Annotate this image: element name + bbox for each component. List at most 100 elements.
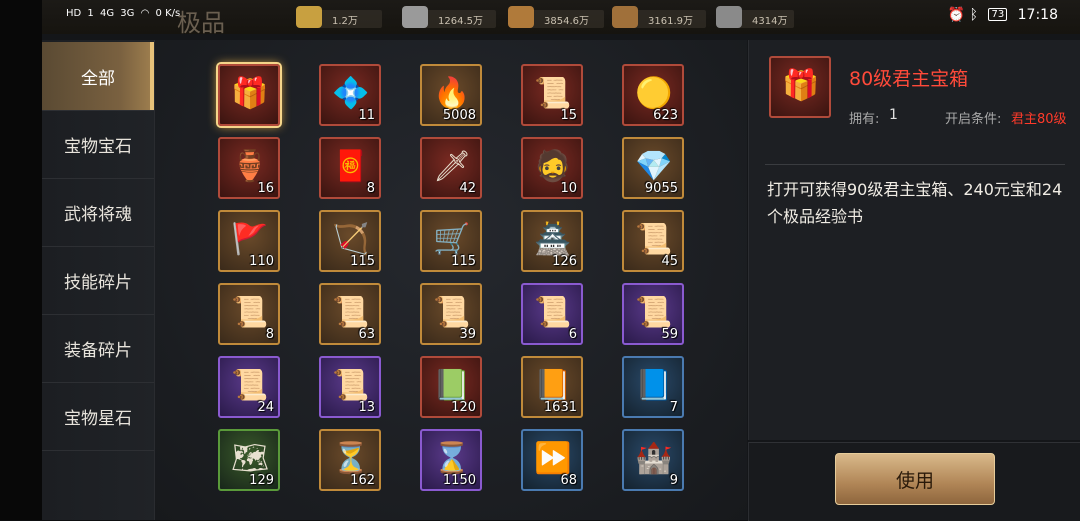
clock: 17:18 — [1017, 7, 1058, 23]
resource-wood[interactable]: 3161.9万 — [612, 6, 706, 28]
use-button[interactable]: 使用 — [835, 453, 995, 505]
status-bar: HD 1 4G 3G ◠ 0 K/s 极品 1.2万 1264.5万 3854.… — [42, 0, 1080, 37]
resource-silver[interactable]: 1264.5万 — [402, 6, 496, 28]
item-slot-map-scroll[interactable]: 🗺 129 — [218, 429, 280, 491]
item-count: 8 — [265, 327, 274, 342]
divider — [765, 164, 1065, 165]
item-slot-skill-scroll-h[interactable]: 📜 13 — [319, 356, 381, 418]
detail-footer: 使用 — [748, 442, 1080, 521]
item-detail-panel: 🎁 80级君主宝箱 拥有: 1 开启条件: 君主80级 打开可获得90级君主宝箱… — [748, 40, 1080, 440]
item-count: 45 — [661, 254, 678, 269]
item-count: 110 — [249, 254, 274, 269]
grain-sack-icon — [508, 6, 534, 28]
item-count: 126 — [552, 254, 577, 269]
item-slot-blue-bamboo-scroll[interactable]: 📘 7 — [622, 356, 684, 418]
item-count: 162 — [350, 473, 375, 488]
category-equipment-fragments[interactable]: 装备碎片 — [42, 314, 154, 383]
item-slot-siege-tower[interactable]: 🏯 126 — [521, 210, 583, 272]
item-slot-skill-scroll-a[interactable]: 📜 45 — [622, 210, 684, 272]
item-count: 9055 — [644, 181, 678, 196]
resource-iron[interactable]: 4314万 — [716, 6, 794, 28]
item-slot-speedup-token[interactable]: ⏩ 68 — [521, 429, 583, 491]
scroll-icon: 📜 — [534, 295, 572, 330]
open-condition-value: 君主80级 — [1011, 112, 1067, 127]
item-count: 9 — [669, 473, 678, 488]
item-grid: 🎁 💠 11 🔥 5008 📜 15 🟡 623 🏺 16 🧧 8 🗡 42 🧔 10 💎 9055 🚩 110 🏹 115… — [155, 40, 747, 520]
owned-label: 拥有: — [849, 112, 880, 127]
item-slot-siege-cart[interactable]: 🛒 115 — [420, 210, 482, 272]
item-count: 115 — [350, 254, 375, 269]
item-slot-siege-ballista[interactable]: 🏹 115 — [319, 210, 381, 272]
detail-item-icon: 🎁 — [769, 56, 831, 118]
gift-pack-icon: 🧧 — [332, 149, 370, 184]
wood-log-icon — [612, 6, 638, 28]
alarm-icon: ⏰ — [947, 7, 966, 23]
item-count: 7 — [669, 400, 678, 415]
owned-value: 1 — [889, 107, 898, 123]
item-count: 8 — [366, 181, 375, 196]
item-count: 6 — [568, 327, 577, 342]
item-count: 115 — [451, 254, 476, 269]
iron-ore-icon — [716, 6, 742, 28]
category-all[interactable]: 全部 — [42, 42, 154, 111]
game-screen: HD 1 4G 3G ◠ 0 K/s 极品 1.2万 1264.5万 3854.… — [0, 0, 1080, 521]
chest-icon: 🎁 — [231, 76, 269, 111]
item-count: 24 — [257, 400, 274, 415]
item-slot-treasure-jar[interactable]: 🏺 16 — [218, 137, 280, 199]
chest-icon: 🎁 — [782, 68, 820, 103]
item-slot-general-soul[interactable]: 🗡 42 — [420, 137, 482, 199]
sim-icon: 1 — [87, 8, 94, 19]
page-title: 极品 — [177, 9, 225, 37]
item-slot-green-banner[interactable]: 🚩 110 — [218, 210, 280, 272]
resource-value: 1264.5万 — [438, 16, 483, 27]
left-edge — [0, 0, 42, 520]
category-treasure-stars[interactable]: 宝物星石 — [42, 382, 154, 451]
resource-value: 3854.6万 — [544, 16, 589, 27]
item-slot-purple-hourglass[interactable]: ⌛ 1150 — [420, 429, 482, 491]
item-count: 16 — [257, 181, 274, 196]
gold-ingot-icon — [296, 6, 322, 28]
item-count: 68 — [560, 473, 577, 488]
network-indicators: HD 1 4G 3G ◠ 0 K/s — [66, 8, 183, 19]
item-slot-skill-scroll-e[interactable]: 📜 6 — [521, 283, 583, 345]
resource-grain[interactable]: 3854.6万 — [508, 6, 604, 28]
item-count: 15 — [560, 108, 577, 123]
item-slot-fire-crystal[interactable]: 🔥 5008 — [420, 64, 482, 126]
item-slot-gold-jade[interactable]: 🟡 623 — [622, 64, 684, 126]
resource-value: 1.2万 — [332, 16, 358, 27]
category-general-souls[interactable]: 武将将魂 — [42, 178, 154, 247]
item-slot-skill-scroll-c[interactable]: 📜 63 — [319, 283, 381, 345]
item-slot-lord-chest-80[interactable]: 🎁 — [218, 64, 280, 126]
item-count: 5008 — [442, 108, 476, 123]
item-count: 11 — [358, 108, 375, 123]
item-slot-rainbow-crystal[interactable]: 💎 9055 — [622, 137, 684, 199]
bluetooth-icon: ᛒ — [969, 7, 978, 23]
category-skill-fragments[interactable]: 技能碎片 — [42, 246, 154, 315]
item-slot-green-bamboo-book[interactable]: 📗 120 — [420, 356, 482, 418]
resource-value: 4314万 — [752, 16, 788, 27]
item-slot-red-gift-pack[interactable]: 🧧 8 — [319, 137, 381, 199]
silver-coin-icon — [402, 6, 428, 28]
item-count: 63 — [358, 327, 375, 342]
item-slot-red-gem-pack[interactable]: 💠 11 — [319, 64, 381, 126]
item-slot-skill-scroll-g[interactable]: 📜 24 — [218, 356, 280, 418]
system-status: ⏰ ᛒ 73 17:18 — [948, 7, 1058, 23]
item-slot-skill-scroll-f[interactable]: 📜 59 — [622, 283, 684, 345]
resource-value: 3161.9万 — [648, 16, 693, 27]
resource-gold[interactable]: 1.2万 — [296, 6, 382, 28]
item-slot-skill-scroll-b[interactable]: 📜 8 — [218, 283, 280, 345]
item-slot-gold-hourglass[interactable]: ⏳ 162 — [319, 429, 381, 491]
item-slot-city-speedup[interactable]: 🏰 9 — [622, 429, 684, 491]
detail-description: 打开可获得90级君主宝箱、240元宝和24个极品经验书 — [767, 180, 1063, 226]
item-slot-red-envelope-scroll[interactable]: 📜 15 — [521, 64, 583, 126]
item-count: 120 — [451, 400, 476, 415]
scroll-icon: 📘 — [635, 368, 673, 403]
item-slot-bronze-bamboo-book[interactable]: 📙 1631 — [521, 356, 583, 418]
item-slot-skill-scroll-d[interactable]: 📜 39 — [420, 283, 482, 345]
item-count: 1150 — [442, 473, 476, 488]
item-count: 39 — [459, 327, 476, 342]
wifi-icon: ◠ — [140, 8, 150, 19]
item-slot-god-general-card[interactable]: 🧔 10 — [521, 137, 583, 199]
category-treasure-gems[interactable]: 宝物宝石 — [42, 110, 154, 179]
item-count: 10 — [560, 181, 577, 196]
